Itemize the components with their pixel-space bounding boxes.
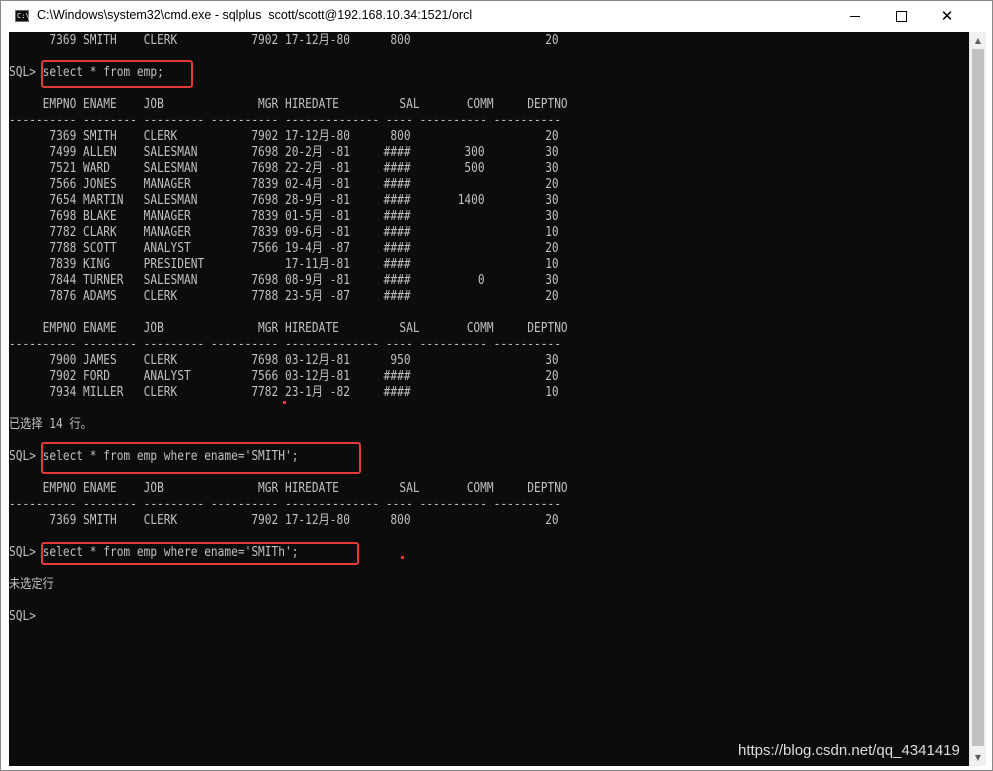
title-bar[interactable]: C:\ C:\Windows\system32\cmd.exe - sqlplu… [1, 1, 992, 32]
scroll-up-icon[interactable]: ▲ [970, 32, 986, 49]
console-line: SQL> [9, 609, 36, 624]
console-line: 7369 SMITH CLERK 7902 17-12月-80 800 20 [9, 513, 559, 528]
console-line: ---------- -------- --------- ----------… [9, 113, 561, 128]
console-line: 未选定行 [9, 577, 54, 592]
red-mark [401, 556, 404, 559]
console-line: ---------- -------- --------- ----------… [9, 497, 561, 512]
console-line: EMPNO ENAME JOB MGR HIREDATE SAL COMM DE… [9, 481, 568, 496]
vertical-scrollbar[interactable]: ▲ ▼ [969, 32, 986, 766]
console-line: 7698 BLAKE MANAGER 7839 01-5月 -81 #### 3… [9, 209, 559, 224]
console-line: 7782 CLARK MANAGER 7839 09-6月 -81 #### 1… [9, 225, 559, 240]
console-line: 7900 JAMES CLERK 7698 03-12月-81 950 30 [9, 353, 559, 368]
scroll-thumb[interactable] [972, 49, 984, 746]
console-line: EMPNO ENAME JOB MGR HIREDATE SAL COMM DE… [9, 321, 568, 336]
console-line: 已选择 14 行。 [9, 417, 92, 432]
highlight-box-query-1 [41, 60, 193, 88]
console-line: 7788 SCOTT ANALYST 7566 19-4月 -87 #### 2… [9, 241, 559, 256]
close-button[interactable]: ✕ [924, 1, 970, 32]
close-icon: ✕ [940, 7, 954, 25]
highlight-box-query-2 [41, 442, 361, 474]
window-title: C:\Windows\system32\cmd.exe - sqlplus sc… [37, 8, 473, 22]
console-line: EMPNO ENAME JOB MGR HIREDATE SAL COMM DE… [9, 97, 568, 112]
watermark-url: https://blog.csdn.net/qq_4341419 [738, 742, 960, 759]
console-line: 7654 MARTIN SALESMAN 7698 28-9月 -81 ####… [9, 193, 559, 208]
console-line: 7839 KING PRESIDENT 17-11月-81 #### 10 [9, 257, 559, 272]
minimize-button[interactable] [832, 1, 878, 32]
console-line: 7844 TURNER SALESMAN 7698 08-9月 -81 ####… [9, 273, 559, 288]
console-line: ---------- -------- --------- ----------… [9, 337, 561, 352]
console-output[interactable]: 7369 SMITH CLERK 7902 17-12月-80 800 20 SQ… [9, 32, 969, 766]
console-line: 7902 FORD ANALYST 7566 03-12月-81 #### 20 [9, 369, 559, 384]
console-line: 7876 ADAMS CLERK 7788 23-5月 -87 #### 20 [9, 289, 559, 304]
minimize-icon [850, 16, 860, 17]
console-line: 7369 SMITH CLERK 7902 17-12月-80 800 20 [9, 33, 559, 48]
cmd-app-icon[interactable]: C:\ [15, 10, 30, 22]
red-mark [283, 401, 286, 404]
console-line: 7499 ALLEN SALESMAN 7698 20-2月 -81 #### … [9, 145, 559, 160]
maximize-button[interactable] [878, 1, 924, 32]
console-line: 7934 MILLER CLERK 7782 23-1月 -82 #### 10 [9, 385, 559, 400]
console-line: 7521 WARD SALESMAN 7698 22-2月 -81 #### 5… [9, 161, 559, 176]
console-line: 7566 JONES MANAGER 7839 02-4月 -81 #### 2… [9, 177, 559, 192]
highlight-box-query-3 [41, 542, 359, 565]
maximize-icon [895, 11, 907, 22]
cmd-window: C:\ C:\Windows\system32\cmd.exe - sqlplu… [0, 0, 993, 771]
scroll-down-icon[interactable]: ▼ [970, 749, 986, 766]
console-line: 7369 SMITH CLERK 7902 17-12月-80 800 20 [9, 129, 559, 144]
